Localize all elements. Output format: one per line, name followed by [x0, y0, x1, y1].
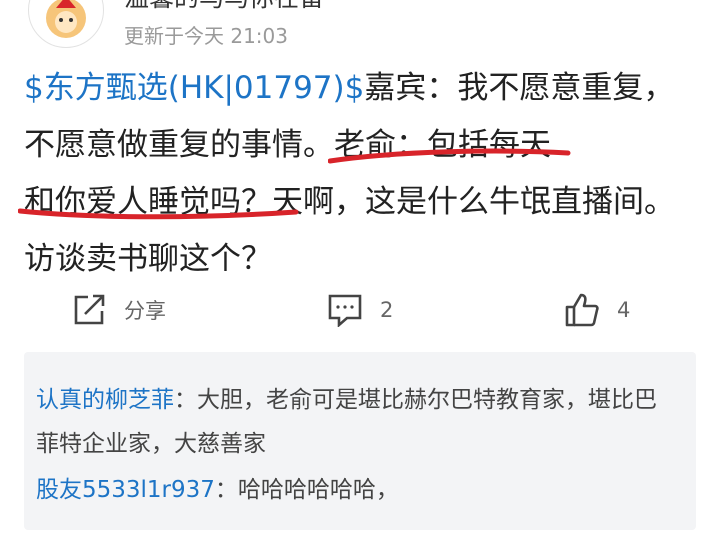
share-icon: [70, 291, 108, 329]
highlight-text-1: 老俞：包括每天: [328, 127, 571, 164]
red-underline-mark: [18, 208, 299, 220]
highlight-text-2: 和你爱人睡觉吗？: [18, 184, 299, 220]
comment-item: 股友5533l1r937：哈哈哈哈哈哈，: [36, 468, 676, 512]
update-time: 更新于今天 21:03: [124, 24, 288, 48]
post-header: 温馨的马马你在留 更新于今天 21:03: [0, 0, 720, 60]
comment-count: 2: [380, 298, 394, 322]
comment-button[interactable]: 2: [326, 282, 393, 338]
comment-user[interactable]: 认真的柳芝菲: [36, 387, 174, 413]
like-button[interactable]: 4: [563, 282, 630, 338]
share-label: 分享: [124, 299, 166, 323]
comment-user[interactable]: 股友5533l1r937: [36, 477, 215, 503]
stock-tag-link[interactable]: $东方甄选(HK|01797)$: [24, 70, 364, 106]
action-bar: 分享 2 4: [0, 282, 720, 338]
share-button[interactable]: 分享: [70, 282, 166, 338]
author-name[interactable]: 温馨的马马你在留: [124, 0, 324, 14]
like-icon: [563, 291, 601, 329]
comment-icon: [326, 291, 364, 329]
comment-text: ：哈哈哈哈哈哈，: [214, 477, 399, 503]
like-count: 4: [617, 298, 631, 322]
comments-section: 认真的柳芝菲：大胆，老俞可是堪比赫尔巴特教育家，堪比巴菲特企业家，大慈善家 股友…: [24, 352, 696, 530]
post-content: $东方甄选(HK|01797)$嘉宾：我不愿意重复，不愿意做重复的事情。老俞：包…: [18, 60, 700, 288]
red-underline-mark: [328, 148, 571, 164]
avatar[interactable]: [28, 0, 104, 48]
avatar-icon: [46, 0, 86, 38]
comment-item: 认真的柳芝菲：大胆，老俞可是堪比赫尔巴特教育家，堪比巴菲特企业家，大慈善家: [36, 378, 676, 466]
